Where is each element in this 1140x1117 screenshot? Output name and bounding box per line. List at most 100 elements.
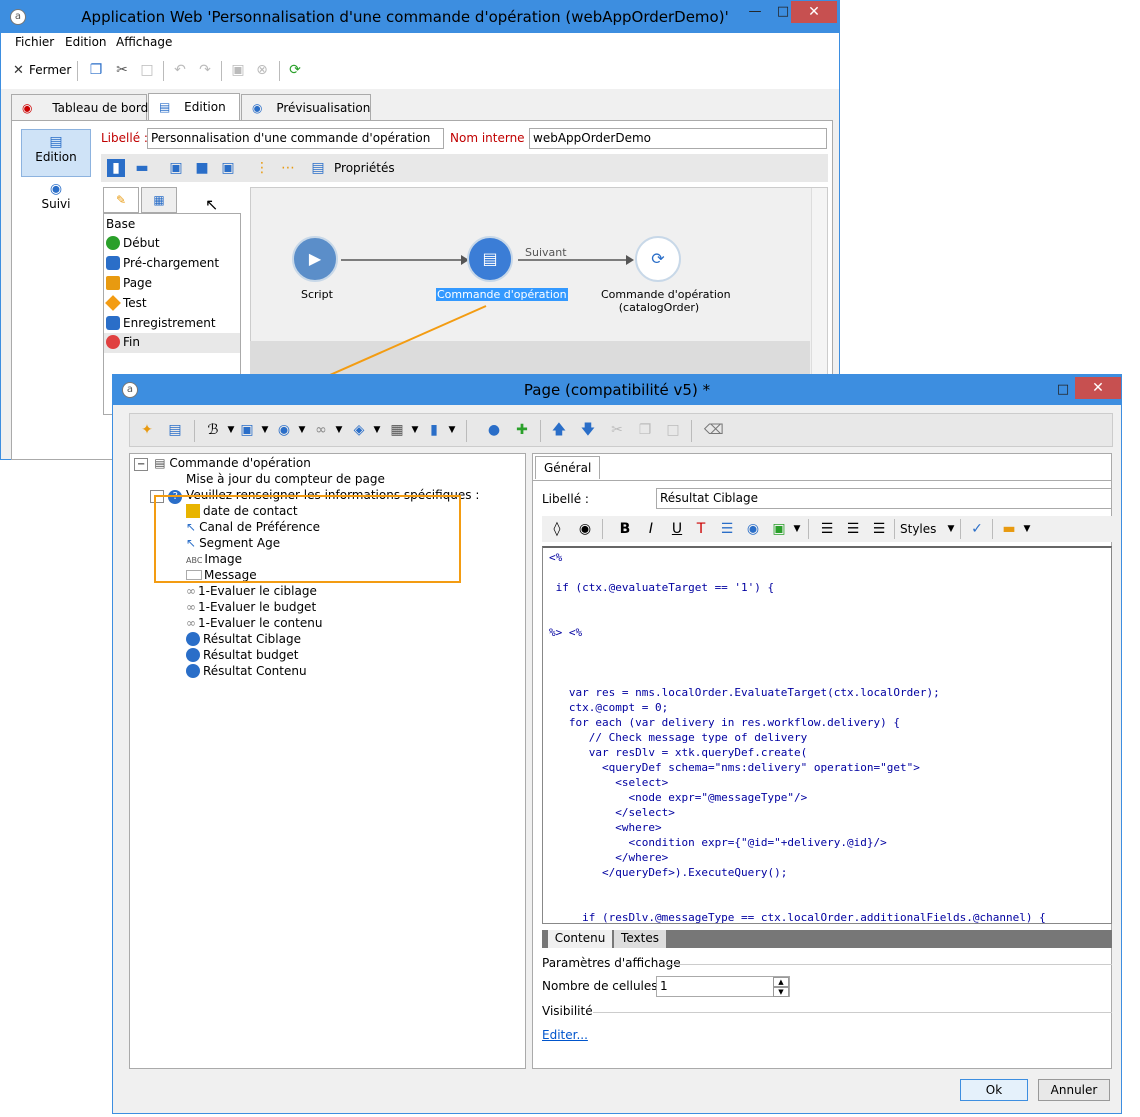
tree-item-label: Résultat budget bbox=[203, 648, 299, 662]
delete-icon[interactable]: ⌫ bbox=[704, 421, 724, 439]
tree-item[interactable]: Mise à jour du compteur de page bbox=[186, 472, 385, 486]
editor-tabs-bar: Contenu Textes bbox=[542, 930, 1112, 948]
toolbar-sep bbox=[960, 519, 961, 539]
dropdown-arrow-icon[interactable]: ▼ bbox=[368, 421, 386, 439]
link-icon[interactable]: ∞ bbox=[312, 421, 330, 439]
spin-up-icon[interactable]: ▲ bbox=[773, 977, 789, 987]
tree-root[interactable]: − ▤ Commande d'opération bbox=[134, 456, 311, 471]
dropdown-arrow-icon[interactable]: ▼ bbox=[443, 421, 461, 439]
tree-item-label: Résultat Ciblage bbox=[203, 632, 301, 646]
cut-icon[interactable]: ✂ bbox=[608, 421, 626, 439]
database-icon[interactable]: ▤ bbox=[166, 421, 184, 439]
section-divider bbox=[593, 1012, 1112, 1013]
toolbar-sep bbox=[808, 519, 809, 539]
find-icon[interactable]: ◉ bbox=[576, 520, 594, 538]
libelle-input[interactable]: Résultat Ciblage bbox=[656, 488, 1112, 509]
font-color-icon[interactable]: T bbox=[692, 520, 710, 538]
tab-general[interactable]: Général bbox=[535, 456, 601, 479]
dropdown-arrow-icon[interactable]: ▼ bbox=[406, 421, 424, 439]
tree-item[interactable]: Résultat Ciblage bbox=[186, 632, 301, 646]
nombre-cellules-input[interactable]: 1 bbox=[656, 976, 790, 997]
format-icon[interactable]: ▬ bbox=[1000, 520, 1018, 538]
link-globe-icon[interactable]: ◉ bbox=[744, 520, 762, 538]
front-window-title: Page (compatibilité v5) * bbox=[523, 381, 711, 399]
tab-textes[interactable]: Textes bbox=[614, 930, 666, 948]
code-line: %> <% bbox=[549, 626, 583, 639]
toolbar-sep bbox=[540, 420, 541, 442]
dropdown-arrow-icon[interactable]: ▼ bbox=[788, 520, 806, 538]
copy-icon[interactable]: ❐ bbox=[636, 421, 654, 439]
code-line: // Check message type of delivery bbox=[549, 731, 808, 744]
tree-item-label: Résultat Contenu bbox=[203, 664, 307, 678]
maximize-icon[interactable]: □ bbox=[1049, 379, 1077, 401]
columns-icon[interactable]: ▮ bbox=[425, 421, 443, 439]
layers-icon[interactable]: ◈ bbox=[350, 421, 368, 439]
move-up-icon[interactable]: 🡅 bbox=[550, 421, 568, 439]
dropdown-arrow-icon[interactable]: ▼ bbox=[1018, 520, 1036, 538]
nombre-cellules-label: Nombre de cellules : bbox=[542, 979, 666, 993]
front-titlebar: Page (compatibilité v5) * bbox=[113, 375, 1121, 405]
wizard-icon[interactable]: ✦ bbox=[138, 421, 156, 439]
toolbar-sep bbox=[691, 420, 692, 442]
dropdown-arrow-icon[interactable]: ▼ bbox=[330, 421, 348, 439]
code-line: if (resDlv.@messageType == ctx.localOrde… bbox=[549, 911, 1046, 924]
close-dialog-button[interactable]: ✕ bbox=[1075, 377, 1121, 399]
table-icon[interactable]: ▦ bbox=[388, 421, 406, 439]
tree-item-label: 1-Evaluer le contenu bbox=[198, 616, 323, 630]
tree-item-label: 1-Evaluer le ciblage bbox=[198, 584, 317, 598]
code-line: var res = nms.localOrder.EvaluateTarget(… bbox=[549, 686, 940, 699]
input-field-icon[interactable]: ▣ bbox=[238, 421, 256, 439]
move-down-icon[interactable]: 🡇 bbox=[579, 421, 597, 439]
spellcheck-icon[interactable]: ✓ bbox=[968, 520, 986, 538]
container-icon: ▤ bbox=[154, 456, 166, 470]
align-left-icon[interactable]: ☰ bbox=[818, 520, 836, 538]
globe-icon bbox=[186, 664, 200, 678]
annuler-button[interactable]: Annuler bbox=[1038, 1079, 1110, 1101]
image-icon[interactable]: ▣ bbox=[770, 520, 788, 538]
toolbar-sep bbox=[602, 519, 603, 539]
tree-item[interactable]: ∞ 1-Evaluer le ciblage bbox=[186, 584, 317, 598]
page-toolbar: ✦ ▤ ℬ ▼ ▣ ▼ ◉ ▼ ∞ ▼ ◈ ▼ ▦ ▼ ▮ ▼ ● ✚ 🡅 🡇 … bbox=[129, 413, 1113, 447]
collapse-icon[interactable]: − bbox=[134, 458, 149, 471]
code-line: ctx.@compt = 0; bbox=[549, 701, 669, 714]
align-center-icon[interactable]: ☰ bbox=[844, 520, 862, 538]
user-icon[interactable]: ● bbox=[485, 421, 503, 439]
underline-icon[interactable]: U bbox=[668, 520, 686, 538]
bold-icon[interactable]: B bbox=[616, 520, 634, 538]
spin-down-icon[interactable]: ▼ bbox=[773, 987, 789, 997]
code-line: if (ctx.@evaluateTarget == '1') { bbox=[549, 581, 775, 594]
dropdown-arrow-icon[interactable]: ▼ bbox=[256, 421, 274, 439]
styles-dropdown[interactable]: Styles bbox=[900, 522, 936, 536]
toolbar-sep bbox=[194, 420, 195, 442]
code-editor[interactable]: <% if (ctx.@evaluateTarget == '1') { %> … bbox=[542, 546, 1112, 924]
text-cursor-icon[interactable]: ℬ bbox=[204, 421, 222, 439]
tree-item[interactable]: Résultat budget bbox=[186, 648, 299, 662]
tree-item[interactable]: ∞ 1-Evaluer le contenu bbox=[186, 616, 322, 630]
tree-root-label: Commande d'opération bbox=[169, 456, 311, 470]
tree-item-label: 1-Evaluer le budget bbox=[198, 600, 317, 614]
paste-icon[interactable]: □ bbox=[664, 421, 682, 439]
add-component-icon[interactable]: ✚ bbox=[513, 421, 531, 439]
code-line: <% bbox=[549, 551, 563, 564]
dropdown-arrow-icon[interactable]: ▼ bbox=[942, 520, 960, 538]
list-icon[interactable]: ☰ bbox=[718, 520, 736, 538]
editer-link[interactable]: Editer... bbox=[542, 1028, 588, 1042]
ok-button[interactable]: Ok bbox=[960, 1079, 1028, 1101]
source-icon[interactable]: ◊ bbox=[548, 520, 566, 538]
dropdown-arrow-icon[interactable]: ▼ bbox=[293, 421, 311, 439]
libelle-label: Libellé : bbox=[542, 492, 589, 506]
globe-icon[interactable]: ◉ bbox=[275, 421, 293, 439]
code-line: </queryDef>).ExecuteQuery(); bbox=[549, 866, 788, 879]
code-line: var resDlv = xtk.queryDef.create( bbox=[549, 746, 808, 759]
align-right-icon[interactable]: ☰ bbox=[870, 520, 888, 538]
tree-item[interactable]: Résultat Contenu bbox=[186, 664, 307, 678]
italic-icon[interactable]: I bbox=[642, 520, 660, 538]
tree-item[interactable]: ∞ 1-Evaluer le budget bbox=[186, 600, 316, 614]
code-line: </where> bbox=[549, 851, 669, 864]
tab-contenu[interactable]: Contenu bbox=[548, 930, 612, 948]
